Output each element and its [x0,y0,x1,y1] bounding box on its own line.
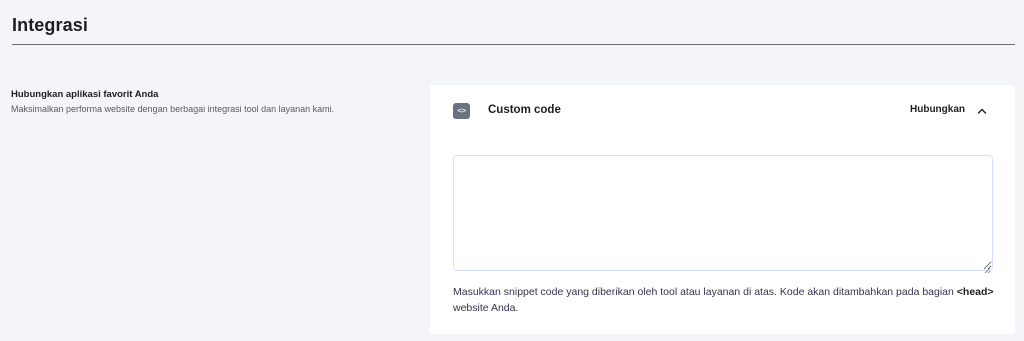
help-text-after: website Anda. [453,302,519,314]
code-icon: <> [453,103,470,119]
custom-code-card: <> Custom code Hubungkan Masukkan snippe… [430,85,1015,334]
custom-code-textarea[interactable] [453,155,993,271]
custom-code-card-header[interactable]: <> Custom code Hubungkan [430,85,1015,137]
help-text: Masukkan snippet code yang diberikan ole… [453,284,998,316]
chevron-up-icon[interactable] [977,106,987,116]
card-title: Custom code [488,104,561,116]
page-title: Integrasi [12,15,88,35]
connect-toggle-button[interactable]: Hubungkan [910,104,987,115]
section-description: Maksimalkan performa website dengan berb… [11,104,335,114]
section-heading: Hubungkan aplikasi favorit Anda [11,89,159,100]
section-info: Hubungkan aplikasi favorit Anda Maksimal… [11,89,411,116]
connect-label: Hubungkan [910,104,965,115]
help-text-before: Masukkan snippet code yang diberikan ole… [453,286,957,298]
head-tag: <head> [956,286,994,298]
page-header: Integrasi [12,0,1015,45]
